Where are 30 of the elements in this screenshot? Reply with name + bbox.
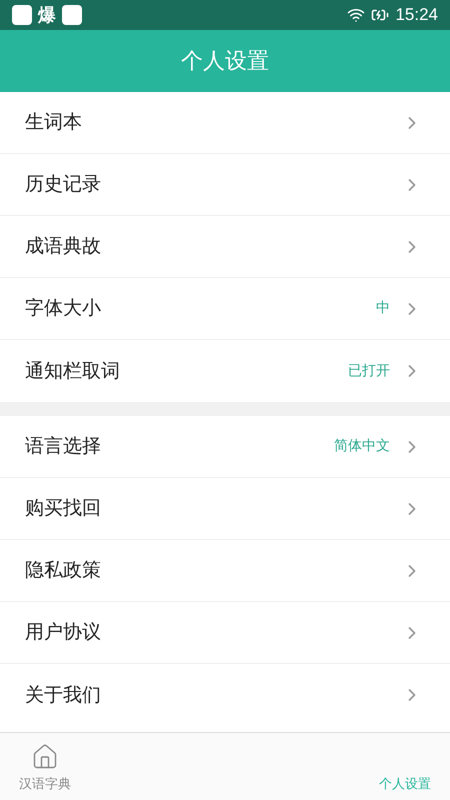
- row-label: 关于我们: [25, 682, 102, 708]
- settings-row[interactable]: 字体大小 中: [0, 278, 450, 340]
- page-title: 个人设置: [181, 48, 269, 76]
- row-label: 历史记录: [25, 172, 102, 198]
- row-label: 购买找回: [25, 496, 102, 522]
- wifi-icon: [347, 6, 366, 24]
- row-label: 用户协议: [25, 620, 102, 646]
- row-value: 简体中文: [334, 437, 390, 456]
- settings-row[interactable]: 用户协议: [0, 602, 450, 664]
- settings-row[interactable]: 关于我们: [0, 664, 450, 726]
- row-label: 成语典故: [25, 234, 102, 260]
- settings-row[interactable]: 隐私政策: [0, 540, 450, 602]
- settings-row[interactable]: 通知栏取词 已打开: [0, 340, 450, 402]
- notification-icon: [12, 5, 32, 25]
- notification-icon: [62, 5, 82, 25]
- row-label: 语言选择: [25, 434, 102, 460]
- settings-row[interactable]: 历史记录: [0, 154, 450, 216]
- row-label: 隐私政策: [25, 558, 102, 584]
- row-value: 中: [376, 299, 390, 318]
- home-icon: [31, 742, 59, 770]
- settings-row[interactable]: 语言选择 简体中文: [0, 416, 450, 478]
- clock: 15:24: [395, 4, 438, 26]
- settings-row[interactable]: 成语典故: [0, 216, 450, 278]
- row-label: 通知栏取词: [25, 358, 121, 384]
- row-value: 已打开: [348, 362, 390, 380]
- settings-row[interactable]: 生词本: [0, 92, 450, 154]
- row-label: 生词本: [25, 110, 83, 136]
- settings-row[interactable]: 购买找回: [0, 478, 450, 540]
- app-glyph: 爆: [38, 4, 56, 28]
- row-label: 字体大小: [25, 296, 102, 322]
